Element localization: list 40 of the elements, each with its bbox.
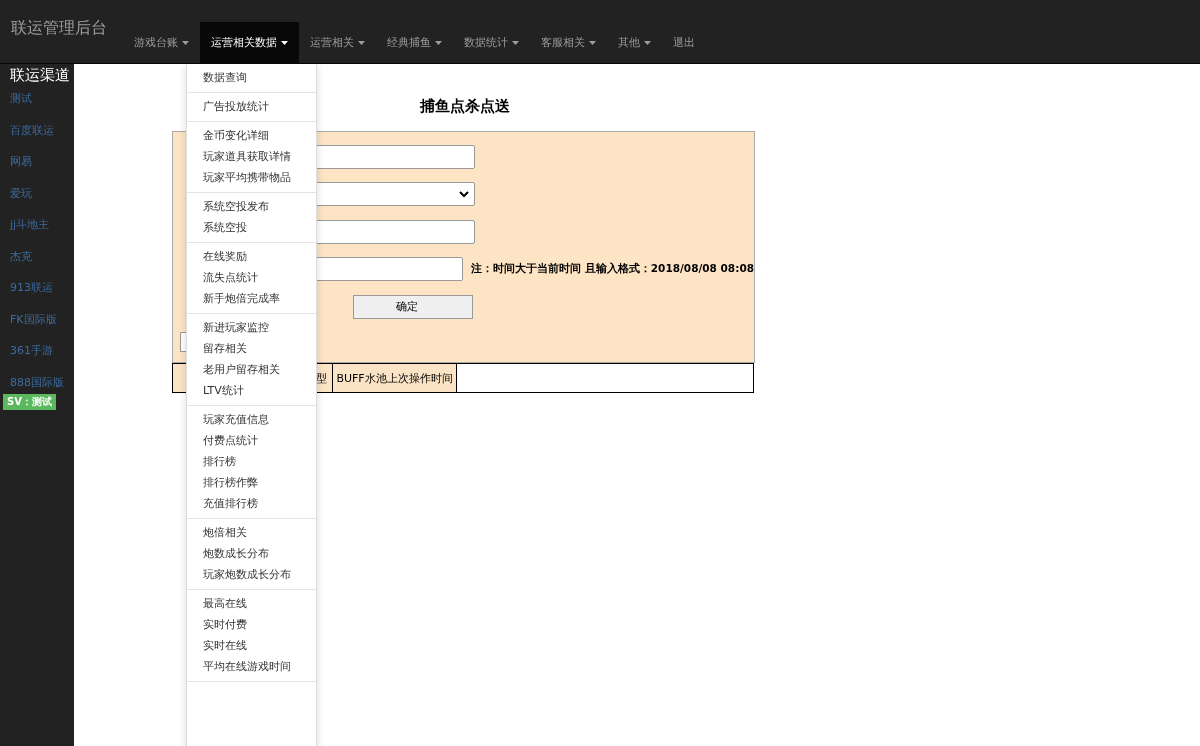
menu-item[interactable]: 充值排行榜	[187, 493, 316, 514]
nav-item[interactable]: 其他	[607, 22, 662, 63]
nav-item[interactable]: 退出	[662, 22, 706, 63]
sidebar-title: 联运渠道	[10, 66, 71, 85]
menu-item[interactable]: 新手炮倍完成率	[187, 288, 316, 309]
page-title: 捕鱼点杀点送	[419, 97, 510, 116]
menu-item[interactable]: 系统空投发布	[187, 196, 316, 217]
menu-item[interactable]: 炮倍相关	[187, 522, 316, 543]
menu-item[interactable]: 新进玩家监控	[187, 317, 316, 338]
nav-item[interactable]: 游戏台账	[123, 22, 200, 63]
menu-item[interactable]: 广告投放统计	[187, 96, 316, 117]
menu-item[interactable]: 在线奖励	[187, 246, 316, 267]
brand-title[interactable]: 联运管理后台	[11, 18, 112, 39]
menu-item[interactable]: 数据查询	[187, 67, 316, 88]
nav-item[interactable]: 经典捕鱼	[376, 22, 453, 63]
menu-item[interactable]: 系统空投	[187, 217, 316, 238]
menu-item[interactable]: 实时在线	[187, 635, 316, 656]
nav-item[interactable]: 数据统计	[453, 22, 530, 63]
nav-item[interactable]: 运营相关数据	[200, 22, 299, 63]
menu-item[interactable]: 付费点统计	[187, 430, 316, 451]
menu-item[interactable]: 排行榜作弊	[187, 472, 316, 493]
menu-item[interactable]: 玩家平均携带物品	[187, 167, 316, 188]
server-badge: SV：测试	[3, 394, 56, 410]
menu-item[interactable]: 玩家道具获取详情	[187, 146, 316, 167]
menu-item[interactable]: 实时付费	[187, 614, 316, 635]
confirm-button[interactable]: 确定	[353, 294, 473, 319]
menu-item[interactable]: 平均在线游戏时间	[187, 656, 316, 677]
table-header: BUFF水池上次操作时间	[332, 363, 457, 393]
chevron-down-icon	[459, 190, 469, 198]
menu-item[interactable]: 玩家充值信息	[187, 409, 316, 430]
nav-item[interactable]: 运营相关	[299, 22, 376, 63]
menu-item[interactable]: 排行榜	[187, 451, 316, 472]
menu-item[interactable]: 金币变化详细	[187, 125, 316, 146]
menu-item[interactable]: 流失点统计	[187, 267, 316, 288]
menu-item[interactable]: 炮数成长分布	[187, 543, 316, 564]
nav-item[interactable]: 客服相关	[530, 22, 607, 63]
hint-text: 注：时间大于当前时间 且输入格式：2018/08/08 08:08	[471, 262, 754, 277]
menu-item[interactable]: 最高在线	[187, 593, 316, 614]
menu-item[interactable]: 留存相关	[187, 338, 316, 359]
menu-item[interactable]: 玩家炮数成长分布	[187, 564, 316, 585]
